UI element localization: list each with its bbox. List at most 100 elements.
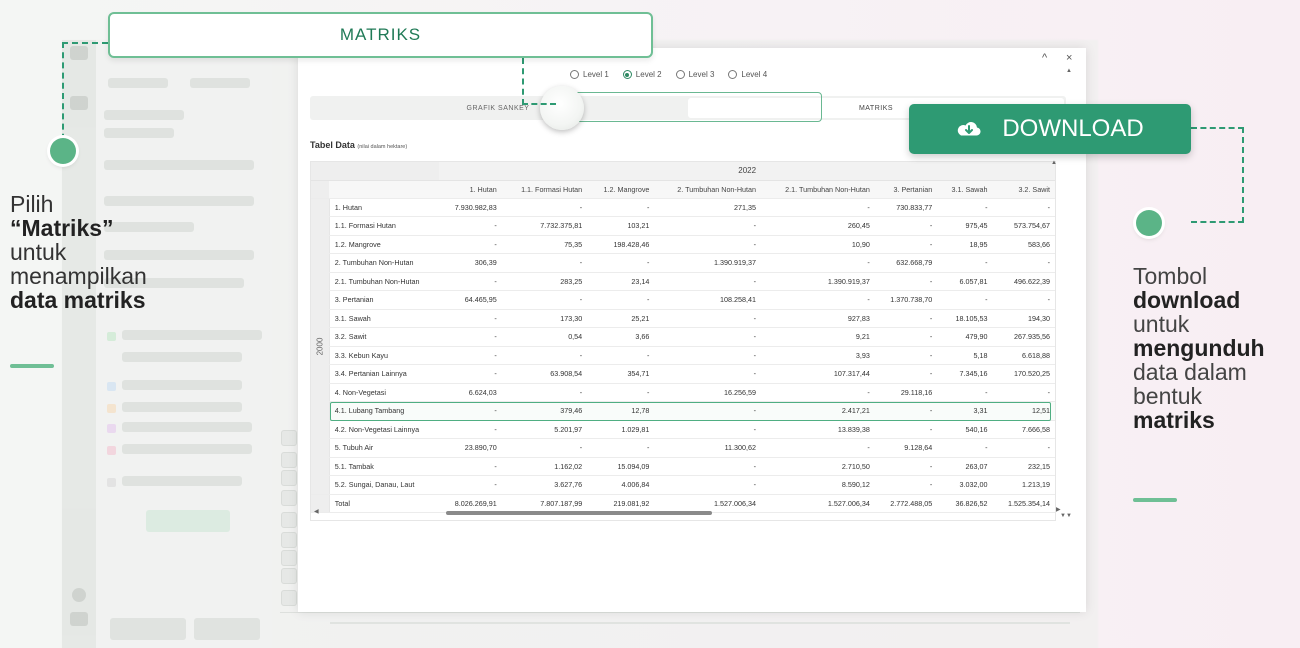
table-cell: 7.807.187,99 (501, 494, 588, 513)
column-header-row: 1. Hutan 1.1. Formasi Hutan 1.2. Mangrove 2… (311, 180, 1055, 199)
table-cell: - (992, 198, 1055, 217)
table-cell: - (761, 383, 875, 402)
table-cell: 306,39 (439, 253, 502, 273)
table-cell: 0,54 (501, 327, 588, 347)
table-cell: 4.006,84 (587, 475, 655, 495)
table-cell: 6.618,88 (992, 346, 1055, 365)
level-1-radio[interactable]: Level 1 (570, 70, 609, 79)
table-cell: 267.935,56 (992, 327, 1055, 347)
row-label: 2. Tumbuhan Non-Hutan (328, 253, 440, 273)
table-cell: - (874, 327, 938, 347)
row-label: 1. Hutan (328, 198, 440, 217)
table-cell: 5,18 (937, 346, 993, 365)
left-marker-dot (50, 138, 76, 164)
table-cell: 6.624,03 (439, 383, 502, 402)
table-cell: - (937, 438, 993, 458)
modal-scroll-up-icon[interactable]: ▲ (1066, 68, 1072, 74)
table-cell: 479,90 (937, 327, 993, 347)
table-cell: 573.754,67 (992, 216, 1055, 236)
table-cell: - (501, 346, 588, 365)
table-cell: 540,16 (937, 420, 993, 439)
table-cell: 260,45 (761, 216, 875, 236)
table-row: 1.1. Formasi Hutan -7.732.375,81 103,21-26… (311, 216, 1055, 236)
radio-icon (728, 70, 738, 79)
minimize-button[interactable]: ^ (1042, 52, 1047, 64)
table-cell: 3,93 (761, 346, 875, 365)
level-4-radio[interactable]: Level 4 (728, 70, 767, 79)
table-cell: - (501, 383, 588, 402)
row-label: 1.1. Formasi Hutan (328, 216, 440, 236)
column-header: 3.1. Sawah (937, 180, 993, 199)
table-cell: - (439, 475, 502, 495)
connector-right (1191, 127, 1244, 223)
table-cell: - (501, 253, 588, 273)
table-cell: - (937, 253, 993, 273)
right-caption: Tombol download untuk mengunduh data dal… (1133, 263, 1265, 433)
matrix-table: 2022 1. Hutan 1.1. Formasi Hutan 1.2. Mang… (311, 162, 1055, 513)
close-button[interactable]: × (1066, 52, 1072, 64)
table-cell: - (654, 235, 762, 254)
table-cell: - (874, 420, 938, 439)
table-cell: 1.370.738,70 (874, 290, 938, 310)
table-cell: 16.256,59 (654, 383, 762, 402)
table-row: 3. Pertanian 64.465,95- -108.258,41-1.370.… (311, 290, 1055, 310)
table-cell: - (761, 438, 875, 458)
matrix-table-container[interactable]: 2022 1. Hutan 1.1. Formasi Hutan 1.2. Mang… (310, 161, 1056, 521)
column-header: 2. Tumbuhan Non-Hutan (654, 180, 762, 199)
table-cell: - (874, 475, 938, 495)
table-cell: - (501, 290, 588, 310)
table-cell: - (439, 420, 502, 439)
table-cell: - (937, 290, 993, 310)
table-cell: 103,21 (587, 216, 655, 236)
table-cell: - (439, 346, 502, 365)
matriks-tab-outline (552, 92, 822, 122)
table-row: 3.2. Sawit -0,54 3,66-9,21-479,90 267.935,5… (311, 327, 1055, 347)
connector-tab (522, 58, 556, 105)
level-selector: Level 1 Level 2 Level 3 Level 4 (570, 70, 767, 79)
column-header: 3. Pertanian (874, 180, 938, 199)
table-cell: - (587, 253, 655, 273)
download-button[interactable]: DOWNLOAD (909, 104, 1191, 154)
row-label: 3.4. Pertanian Lainnya (328, 364, 440, 384)
table-cell: - (654, 309, 762, 328)
row-label: 3.2. Sawit (328, 327, 440, 347)
table-cell: - (937, 198, 993, 217)
scroll-right-icon[interactable]: ▶ (1056, 506, 1061, 513)
level-2-radio[interactable]: Level 2 (622, 70, 662, 79)
table-row: 3.4. Pertanian Lainnya -63.908,54 354,71-1… (311, 364, 1055, 384)
table-cell: 173,30 (501, 309, 588, 328)
table-cell: 10,90 (761, 235, 875, 254)
table-cell: 11.300,62 (654, 438, 762, 458)
row-label: 2.1. Tumbuhan Non-Hutan (328, 272, 440, 291)
row-label: 1.2. Mangrove (328, 235, 440, 254)
table-cell: 8.026.269,91 (439, 494, 502, 513)
scroll-up-icon[interactable]: ▲ (1051, 160, 1057, 166)
table-cell: - (439, 235, 502, 254)
level-3-radio[interactable]: Level 3 (675, 70, 714, 79)
row-label: 3.1. Sawah (328, 309, 440, 328)
table-cell: - (439, 457, 502, 476)
table-cell: 1.390.919,37 (654, 253, 762, 273)
table-cell: 730.833,77 (874, 198, 938, 217)
connector-left (62, 42, 108, 150)
table-cell: 108.258,41 (654, 290, 762, 310)
row-label: 5.2. Sungai, Danau, Laut (328, 475, 440, 495)
year-row-label: 2000 (315, 337, 325, 355)
table-cell: 18.105,53 (937, 309, 993, 328)
scroll-left-icon[interactable]: ◀ (314, 508, 319, 515)
table-cell: - (654, 364, 762, 384)
table-cell: - (992, 383, 1055, 402)
table-cell: 9,21 (761, 327, 875, 347)
horizontal-scrollbar[interactable] (446, 511, 712, 515)
scroll-down-icon[interactable]: ▼▼ (1060, 513, 1072, 519)
table-cell: - (439, 216, 502, 236)
table-cell: - (587, 198, 655, 217)
row-label: 5.1. Tambak (328, 457, 440, 476)
table-cell: 3.627,76 (501, 475, 588, 495)
table-cell: 23,14 (587, 272, 655, 291)
row-label: 3.3. Kebun Kayu (328, 346, 440, 365)
table-cell: - (501, 198, 588, 217)
table-row: 3.1. Sawah -173,30 25,21-927,83-18.105,53 1… (311, 309, 1055, 328)
table-cell: 63.908,54 (501, 364, 588, 384)
table-cell: 354,71 (587, 364, 655, 384)
